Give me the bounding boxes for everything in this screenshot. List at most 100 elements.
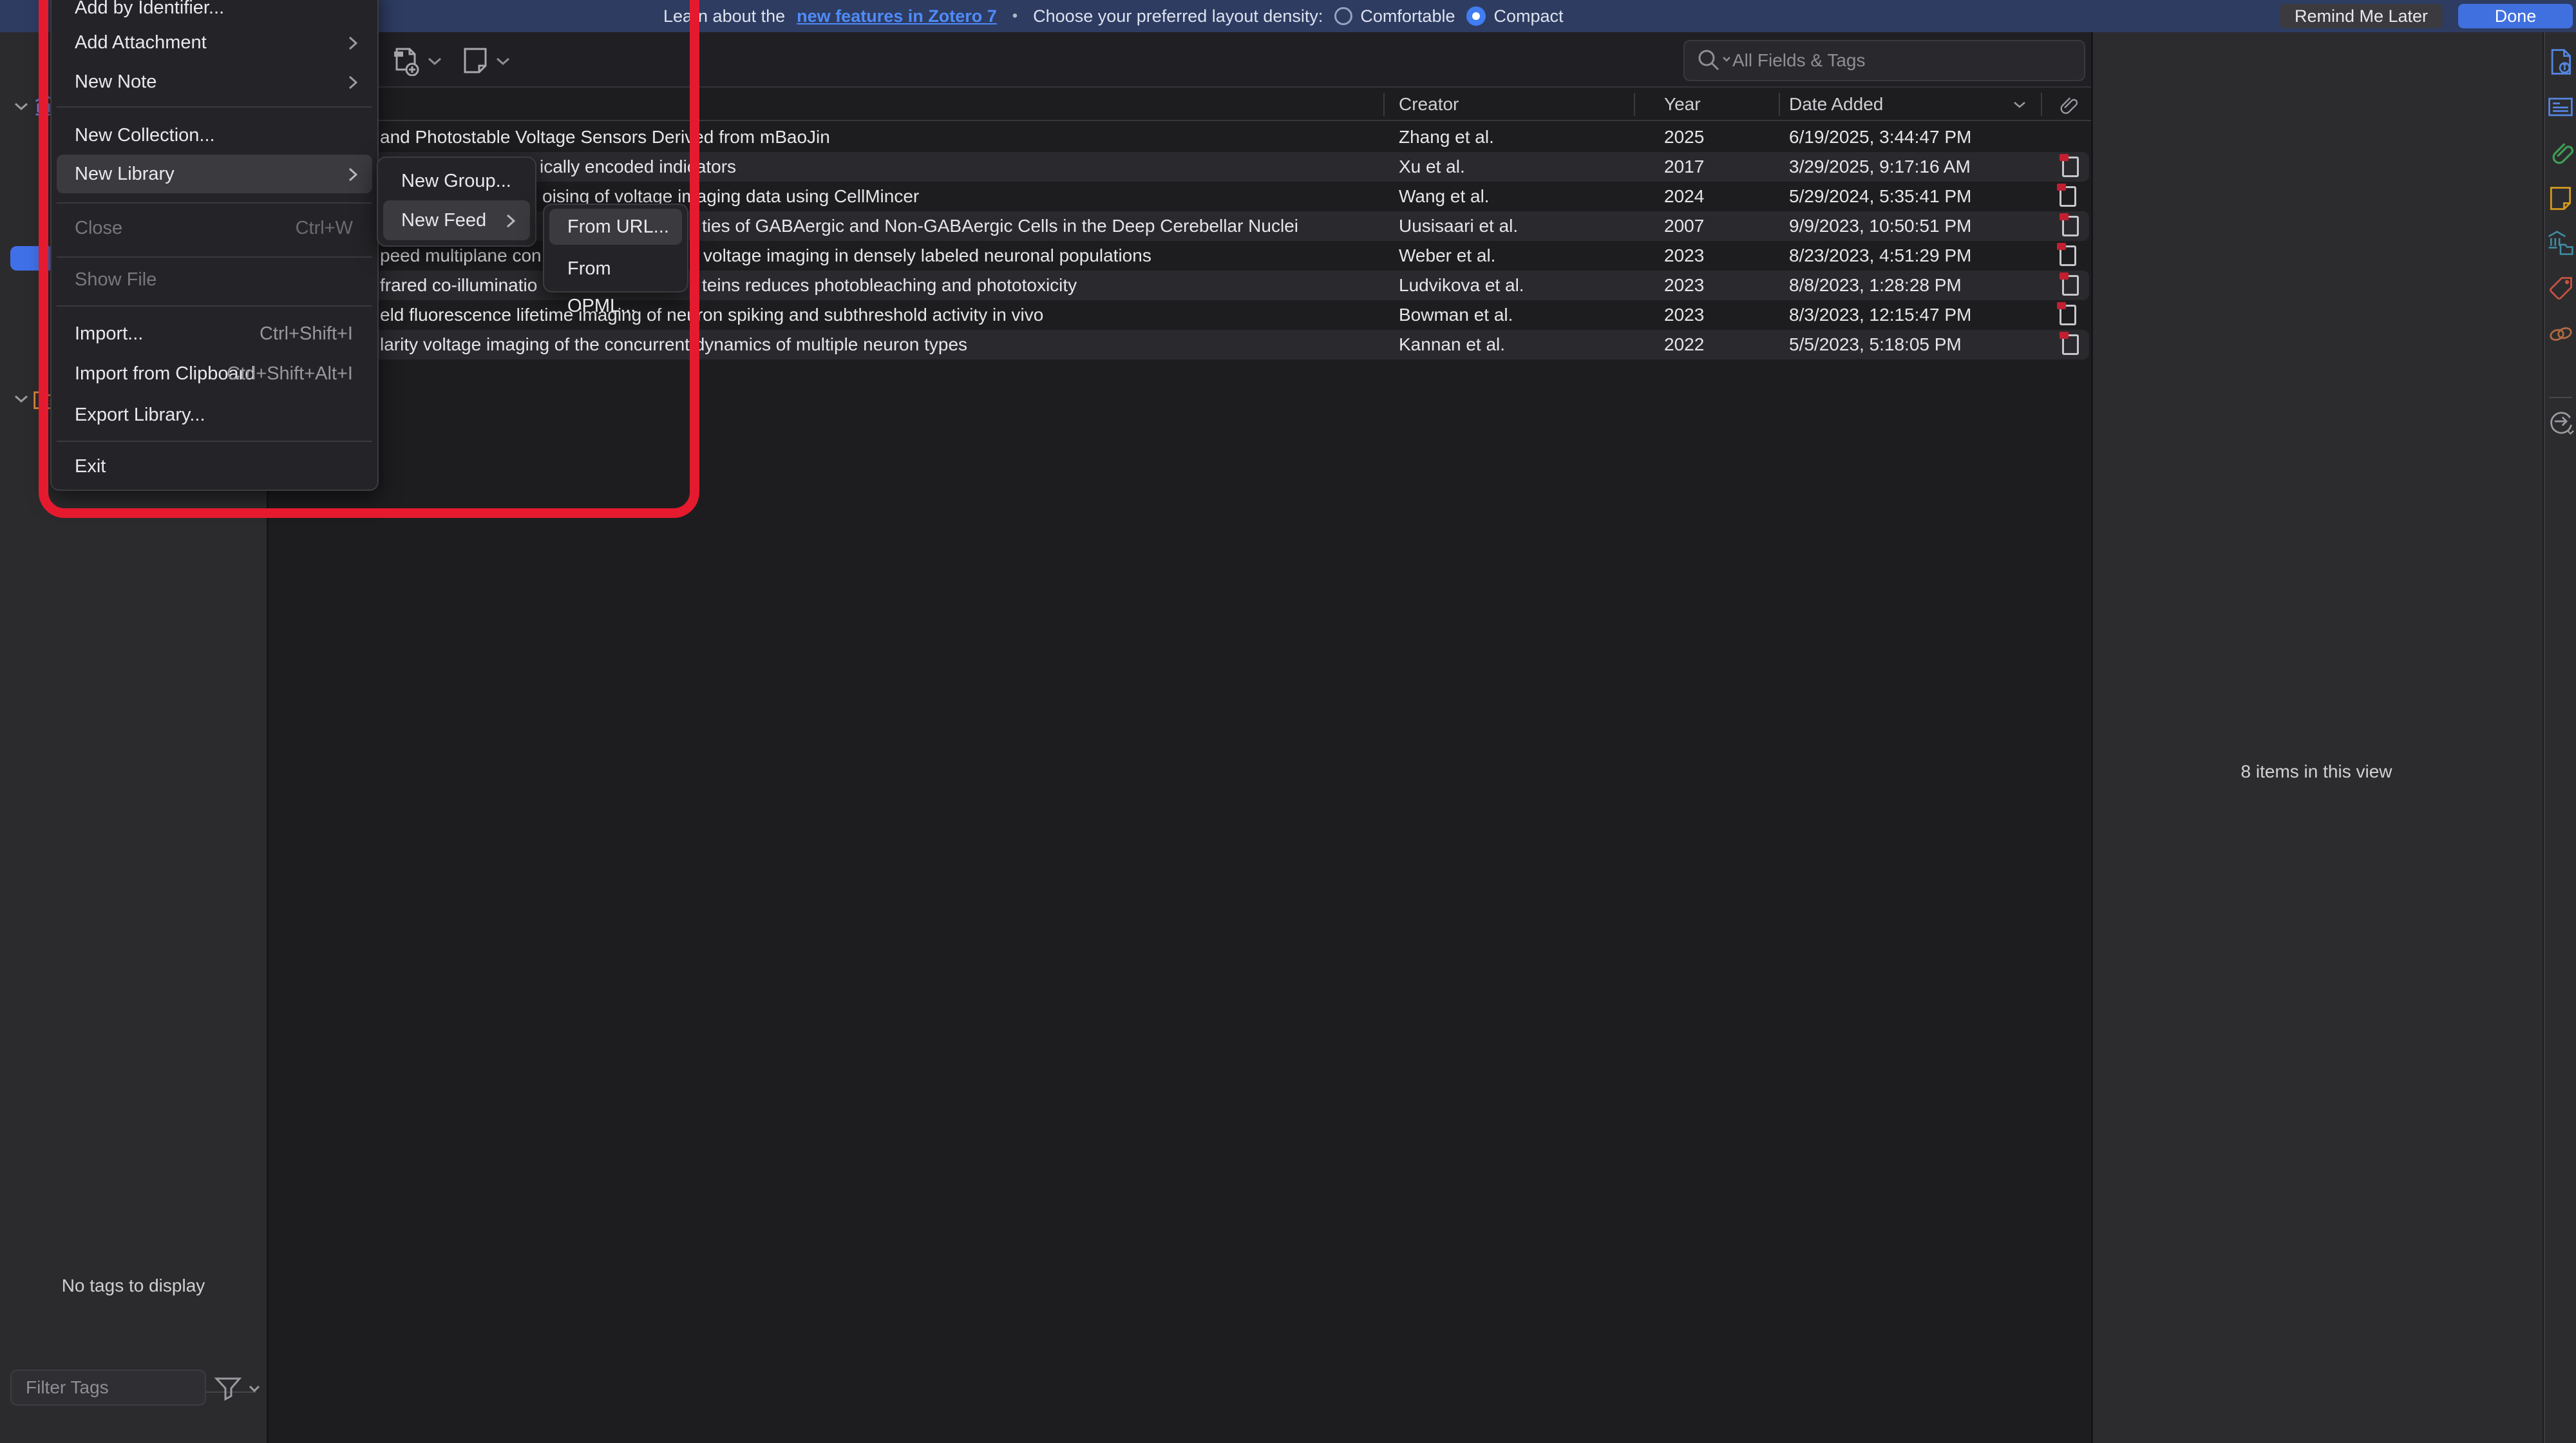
item-year: 2007 [1664, 211, 1704, 241]
menu-item-from-opml[interactable]: From OPML... [549, 250, 682, 287]
column-header-creator[interactable]: Creator [1399, 94, 1459, 115]
new-item-dropdown-icon[interactable] [428, 57, 442, 66]
tag-selector-empty-message: No tags to display [0, 1276, 267, 1296]
table-row[interactable]: eld fluorescence lifetime imaging of neu… [268, 300, 2092, 330]
search-icon[interactable] [1696, 48, 1732, 73]
density-option-comfortable[interactable]: Comfortable [1334, 6, 1455, 26]
chevron-down-icon[interactable] [14, 394, 28, 403]
column-header-date-added[interactable]: Date Added [1789, 94, 1883, 115]
menu-item-import-from-clipboard[interactable]: Import from ClipboardCtrl+Shift+Alt+I [57, 357, 372, 390]
radio-selected-icon[interactable] [1466, 6, 1486, 26]
search-box[interactable] [1683, 40, 2085, 81]
zotero-window: No tags to display Creator [0, 0, 2576, 1443]
menu-item-show-file[interactable]: Show File [57, 263, 372, 296]
radio-unselected-icon[interactable] [1334, 7, 1352, 25]
item-date-added: 9/9/2023, 10:50:51 PM [1789, 211, 1971, 241]
filter-tags-input[interactable] [26, 1377, 187, 1398]
bullet-separator: • [1012, 7, 1018, 25]
locate-tab-icon[interactable] [2546, 407, 2575, 435]
related-tab-icon[interactable] [2546, 320, 2575, 348]
pdf-attachment-icon [2060, 186, 2076, 207]
item-year: 2017 [1664, 152, 1704, 182]
menu-item-new-group[interactable]: New Group... [383, 163, 530, 199]
done-button[interactable]: Done [2458, 4, 2573, 28]
item-year: 2023 [1664, 300, 1704, 330]
pdf-attachment-icon [2060, 245, 2076, 266]
chevron-down-icon[interactable] [14, 102, 28, 111]
menu-item-close[interactable]: CloseCtrl+W [57, 211, 372, 245]
item-pane: 8 items in this view [2093, 32, 2543, 1443]
menu-item-new-library[interactable]: New Library [57, 155, 372, 193]
table-row[interactable]: larity voltage imaging of the concurrent… [270, 330, 2089, 359]
remind-me-later-button[interactable]: Remind Me Later [2280, 4, 2443, 28]
column-divider[interactable] [1779, 93, 1780, 116]
menu-item-from-url[interactable]: From URL... [549, 209, 682, 245]
item-title: frared co-illuminatio [380, 271, 537, 300]
item-title: voltage imaging in densely labeled neuro… [703, 241, 1151, 271]
item-date-added: 5/5/2023, 5:18:05 PM [1789, 330, 1962, 359]
item-date-added: 3/29/2025, 9:17:16 AM [1789, 152, 1971, 182]
new-features-link[interactable]: new features in Zotero 7 [797, 6, 997, 26]
info-tab-icon[interactable] [2546, 48, 2575, 76]
item-date-added: 5/29/2024, 5:35:41 PM [1789, 182, 1971, 211]
menu-item-new-note[interactable]: New Note [57, 65, 372, 99]
item-pane-tab-strip [2544, 32, 2576, 1443]
table-row[interactable]: ically encoded indicators Xu et al. 2017… [270, 152, 2089, 182]
attachments-tab-icon[interactable] [2546, 139, 2575, 167]
column-divider[interactable] [1383, 93, 1385, 116]
item-year: 2025 [1664, 122, 1704, 152]
item-title: ically encoded indicators [540, 152, 736, 182]
items-count-status: 8 items in this view [2093, 761, 2540, 782]
table-row[interactable]: peed multiplane con voltage imaging in d… [268, 241, 2092, 271]
items-toolbar [267, 32, 2093, 88]
notification-text: Learn about the [663, 6, 785, 26]
pdf-attachment-icon [2062, 157, 2079, 177]
menu-item-new-feed[interactable]: New Feed [383, 200, 530, 240]
selected-collection-highlight[interactable] [10, 246, 55, 271]
density-notification-bar: Learn about the new features in Zotero 7… [0, 0, 2576, 32]
menu-item-new-collection[interactable]: New Collection... [57, 119, 372, 152]
item-creator: Kannan et al. [1399, 330, 1505, 359]
tab-strip-divider [2549, 397, 2572, 398]
menu-item-add-by-identifier[interactable]: Add by Identifier... [57, 0, 372, 24]
item-pane-divider[interactable] [2091, 32, 2093, 1443]
tags-tab-icon[interactable] [2546, 274, 2575, 303]
item-creator: Xu et al. [1399, 152, 1465, 182]
item-creator: Ludvikova et al. [1399, 271, 1524, 300]
attachment-column-icon[interactable] [2056, 93, 2078, 116]
item-creator: Wang et al. [1399, 182, 1490, 211]
filter-tags-box[interactable] [10, 1370, 206, 1406]
libraries-collections-tab-icon[interactable] [2546, 229, 2575, 258]
item-year: 2023 [1664, 241, 1704, 271]
menu-item-add-attachment[interactable]: Add Attachment [57, 26, 372, 59]
column-divider[interactable] [1634, 93, 1635, 116]
item-date-added: 6/19/2025, 3:44:47 PM [1789, 122, 1971, 152]
item-creator: Zhang et al. [1399, 122, 1494, 152]
notes-tab-icon[interactable] [2546, 184, 2575, 213]
table-row[interactable]: oising of voltage imaging data using Cel… [268, 182, 2092, 211]
column-header-year[interactable]: Year [1664, 94, 1701, 115]
new-note-dropdown-icon[interactable] [496, 57, 510, 66]
column-divider[interactable] [2041, 93, 2042, 116]
new-library-submenu: New Group... New Feed [377, 157, 536, 247]
pdf-attachment-icon [2060, 305, 2076, 325]
tag-filter-options-icon[interactable] [213, 1376, 264, 1402]
new-item-icon[interactable] [390, 45, 421, 76]
item-year: 2024 [1664, 182, 1704, 211]
abstract-tab-icon[interactable] [2546, 93, 2575, 121]
item-date-added: 8/3/2023, 12:15:47 PM [1789, 300, 1971, 330]
table-row[interactable]: and Photostable Voltage Sensors Derived … [268, 122, 2092, 152]
item-year: 2023 [1664, 271, 1704, 300]
sort-direction-icon[interactable] [2013, 100, 2026, 109]
pdf-attachment-icon [2062, 216, 2079, 236]
density-option-compact[interactable]: Compact [1466, 6, 1563, 26]
item-title: teins reduces photobleaching and phototo… [702, 271, 1077, 300]
search-input[interactable] [1732, 50, 2041, 71]
density-label: Choose your preferred layout density: [1033, 6, 1323, 26]
item-title: and Photostable Voltage Sensors Derived … [380, 122, 830, 152]
menu-item-export-library[interactable]: Export Library... [57, 398, 372, 432]
pdf-attachment-icon [2062, 275, 2079, 296]
new-note-icon[interactable] [460, 45, 491, 76]
menu-item-import[interactable]: Import...Ctrl+Shift+I [57, 317, 372, 350]
menu-item-exit[interactable]: Exit [57, 450, 372, 483]
